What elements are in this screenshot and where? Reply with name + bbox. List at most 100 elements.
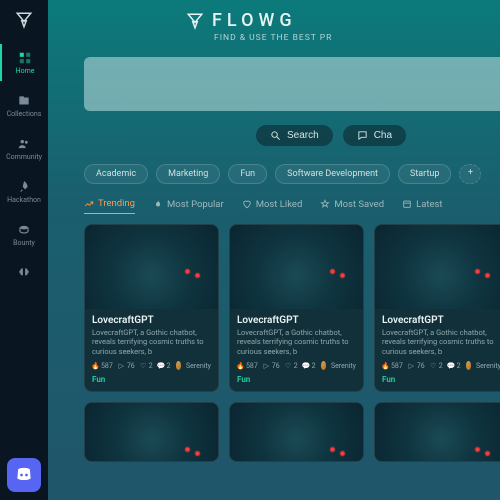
sidebar-item-label: Hackathon — [7, 197, 41, 204]
chat-button[interactable]: Cha — [343, 125, 406, 146]
card-thumbnail — [85, 403, 218, 462]
heart-icon: ♡ — [430, 362, 437, 369]
sidebar-item-label: Bounty — [13, 240, 35, 247]
chat-button-label: Cha — [374, 130, 392, 141]
tab-trending[interactable]: Trending — [84, 198, 135, 214]
chip-startup[interactable]: Startup — [398, 164, 451, 184]
card-description: LovecraftGPT, a Gothic chatbot, reveals … — [382, 328, 500, 356]
card-title: LovecraftGPT — [382, 315, 500, 326]
chip-add[interactable]: + — [459, 164, 481, 184]
tab-label: Latest — [416, 199, 442, 210]
card-title: LovecraftGPT — [237, 315, 356, 326]
comment-icon: 💬 — [158, 362, 165, 369]
star-icon — [320, 199, 330, 209]
sidebar-item-bounty[interactable]: Bounty — [0, 216, 48, 253]
card-meta: 🔥587 ▷76 ♡2 💬2 Serenity — [382, 361, 500, 370]
tab-most-popular[interactable]: Most Popular — [153, 198, 224, 214]
prompt-card[interactable] — [229, 402, 364, 462]
flame-icon: 🔥 — [237, 362, 244, 369]
card-thumbnail — [375, 225, 500, 309]
card-meta: 🔥587 ▷76 ♡2 💬2 Serenity — [92, 361, 211, 370]
bookmark-icon: ▷ — [263, 362, 270, 369]
sidebar-item-hackathon[interactable]: Hackathon — [0, 173, 48, 210]
card-thumbnail — [230, 403, 363, 462]
card-thumbnail — [85, 225, 218, 309]
search-button[interactable]: Search — [256, 125, 333, 146]
author-name: Serenity — [186, 362, 211, 370]
comment-icon: 💬 — [448, 362, 455, 369]
prompt-card[interactable]: LovecraftGPT LovecraftGPT, a Gothic chat… — [84, 224, 219, 392]
tab-label: Trending — [98, 198, 135, 209]
search-input[interactable] — [84, 57, 500, 111]
category-chips: Academic Marketing Fun Software Developm… — [84, 164, 500, 184]
card-thumbnail — [375, 403, 500, 462]
prompt-card[interactable] — [84, 402, 219, 462]
sidebar: Home Collections Community Hackathon Bou… — [0, 0, 48, 500]
author-name: Serenity — [476, 362, 500, 370]
app-logo-icon — [14, 10, 34, 30]
sidebar-item-collections[interactable]: Collections — [0, 87, 48, 124]
heart-icon: ♡ — [140, 362, 147, 369]
discord-button[interactable] — [7, 458, 41, 492]
people-icon — [16, 136, 32, 152]
flame-icon — [153, 199, 163, 209]
calendar-icon — [402, 199, 412, 209]
card-grid: LovecraftGPT LovecraftGPT, a Gothic chat… — [84, 224, 500, 462]
chip-software-development[interactable]: Software Development — [275, 164, 390, 184]
sidebar-item-label: Collections — [7, 111, 42, 118]
chip-academic[interactable]: Academic — [84, 164, 148, 184]
prompt-card[interactable]: LovecraftGPT LovecraftGPT, a Gothic chat… — [229, 224, 364, 392]
coin-icon — [16, 222, 32, 238]
prompt-card[interactable] — [374, 402, 500, 462]
tab-latest[interactable]: Latest — [402, 198, 442, 214]
sidebar-item-brain[interactable] — [0, 259, 48, 289]
card-description: LovecraftGPT, a Gothic chatbot, reveals … — [237, 328, 356, 356]
author-name: Serenity — [331, 362, 356, 370]
author-avatar — [176, 361, 181, 370]
flame-icon: 🔥 — [382, 362, 389, 369]
flame-icon: 🔥 — [92, 362, 99, 369]
prompt-card[interactable]: LovecraftGPT LovecraftGPT, a Gothic chat… — [374, 224, 500, 392]
brand-logo-icon — [186, 12, 204, 30]
search-button-label: Search — [287, 130, 319, 141]
trending-icon — [84, 199, 94, 209]
sidebar-item-community[interactable]: Community — [0, 130, 48, 167]
card-thumbnail — [230, 225, 363, 309]
author-avatar — [321, 361, 326, 370]
card-tag: Fun — [92, 375, 211, 384]
card-meta: 🔥587 ▷76 ♡2 💬2 Serenity — [237, 361, 356, 370]
brand-name: FLOWG — [212, 10, 297, 31]
sidebar-item-home[interactable]: Home — [0, 44, 48, 81]
comment-icon: 💬 — [303, 362, 310, 369]
card-description: LovecraftGPT, a Gothic chatbot, reveals … — [92, 328, 211, 356]
sort-tabs: Trending Most Popular Most Liked Most Sa… — [84, 198, 500, 214]
sidebar-item-label: Home — [16, 68, 35, 75]
author-avatar — [466, 361, 471, 370]
tab-most-saved[interactable]: Most Saved — [320, 198, 384, 214]
search-icon — [270, 130, 281, 141]
bookmark-icon: ▷ — [118, 362, 125, 369]
chip-fun[interactable]: Fun — [228, 164, 267, 184]
tab-most-liked[interactable]: Most Liked — [242, 198, 303, 214]
chip-marketing[interactable]: Marketing — [156, 164, 220, 184]
dashboard-icon — [17, 50, 33, 66]
tab-label: Most Liked — [256, 199, 303, 210]
heart-icon — [242, 199, 252, 209]
discord-icon — [14, 465, 34, 485]
brain-icon — [16, 265, 32, 281]
chat-icon — [357, 130, 368, 141]
card-tag: Fun — [237, 375, 356, 384]
rocket-icon — [16, 179, 32, 195]
folder-icon — [16, 93, 32, 109]
sidebar-item-label: Community — [6, 154, 42, 161]
heart-icon: ♡ — [285, 362, 292, 369]
brand: FLOWG — [186, 10, 500, 31]
tab-label: Most Saved — [334, 199, 384, 210]
brand-tagline: FIND & USE THE BEST PR — [214, 33, 500, 43]
action-row: Search Cha — [256, 125, 500, 146]
bookmark-icon: ▷ — [408, 362, 415, 369]
card-title: LovecraftGPT — [92, 315, 211, 326]
main-content: FLOWG FIND & USE THE BEST PR Search Cha … — [48, 0, 500, 500]
tab-label: Most Popular — [167, 199, 224, 210]
card-tag: Fun — [382, 375, 500, 384]
